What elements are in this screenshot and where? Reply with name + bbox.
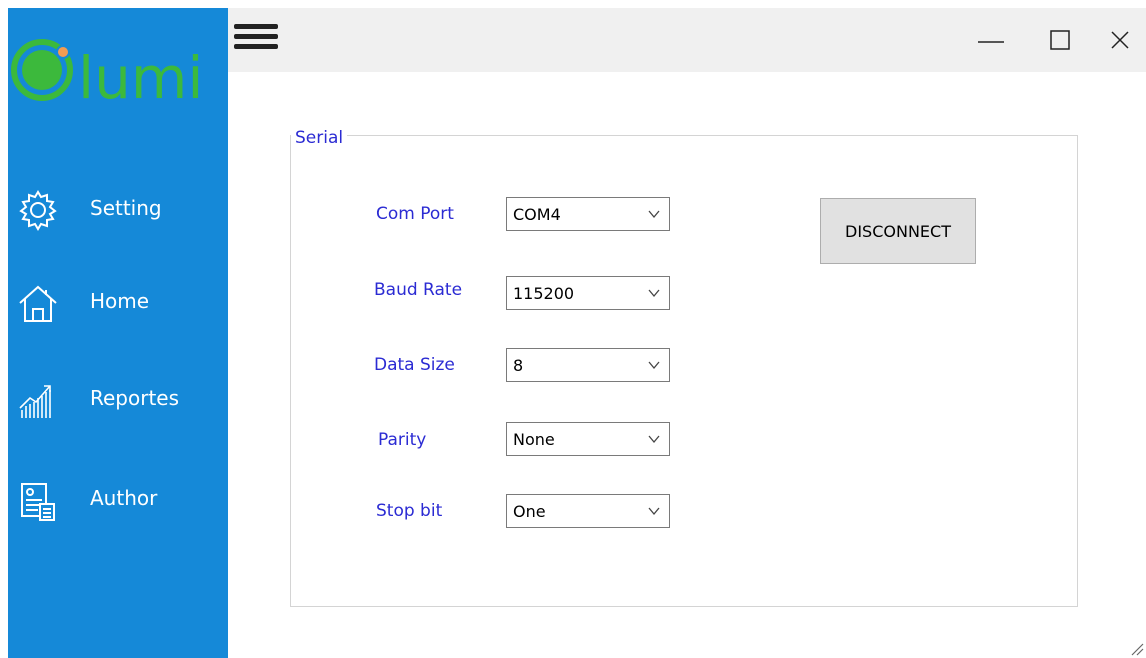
sidebar-item-setting[interactable]: Setting: [8, 180, 228, 240]
chevron-down-icon: [648, 361, 660, 370]
sidebar: lumi Setting Home Reportes Author: [8, 8, 228, 658]
app-window: lumi Setting Home Reportes Author Serial…: [8, 8, 1146, 658]
sidebar-item-label: Setting: [90, 196, 162, 220]
close-button[interactable]: [1098, 20, 1142, 60]
chevron-down-icon: [648, 507, 660, 516]
data-size-value: 8: [513, 356, 524, 375]
title-bar: [228, 8, 1146, 72]
stop-bit-value: One: [513, 502, 546, 521]
disconnect-button[interactable]: DISCONNECT: [820, 198, 976, 264]
parity-label: Parity: [378, 430, 427, 450]
hamburger-menu-icon[interactable]: [234, 24, 278, 56]
gear-icon: [16, 188, 60, 232]
com-port-value: COM4: [513, 205, 561, 224]
sidebar-item-author[interactable]: Author: [8, 470, 228, 530]
chevron-down-icon: [648, 435, 660, 444]
resize-grip-icon[interactable]: [1128, 640, 1144, 656]
chevron-down-icon: [648, 210, 660, 219]
parity-value: None: [513, 430, 555, 449]
author-icon: [16, 478, 60, 522]
maximize-button[interactable]: [1040, 20, 1084, 60]
serial-legend: Serial: [291, 128, 348, 148]
com-port-select[interactable]: COM4: [506, 197, 670, 231]
minimize-button[interactable]: [970, 20, 1014, 60]
sidebar-item-label: Home: [90, 289, 150, 313]
data-size-select[interactable]: 8: [506, 348, 670, 382]
parity-select[interactable]: None: [506, 422, 670, 456]
data-size-label: Data Size: [374, 355, 455, 375]
sidebar-item-label: Reportes: [90, 386, 180, 410]
app-logo: lumi: [8, 20, 228, 120]
chart-icon: [16, 378, 60, 422]
sidebar-item-label: Author: [90, 486, 158, 510]
stop-bit-select[interactable]: One: [506, 494, 670, 528]
sidebar-item-reportes[interactable]: Reportes: [8, 370, 228, 430]
baud-rate-label: Baud Rate: [374, 280, 463, 300]
logo-text: lumi: [78, 44, 204, 112]
stop-bit-label: Stop bit: [376, 501, 443, 521]
home-icon: [16, 281, 60, 325]
baud-rate-value: 115200: [513, 284, 575, 303]
baud-rate-select[interactable]: 115200: [506, 276, 670, 310]
chevron-down-icon: [648, 289, 660, 298]
sidebar-item-home[interactable]: Home: [8, 273, 228, 333]
com-port-label: Com Port: [376, 204, 454, 224]
